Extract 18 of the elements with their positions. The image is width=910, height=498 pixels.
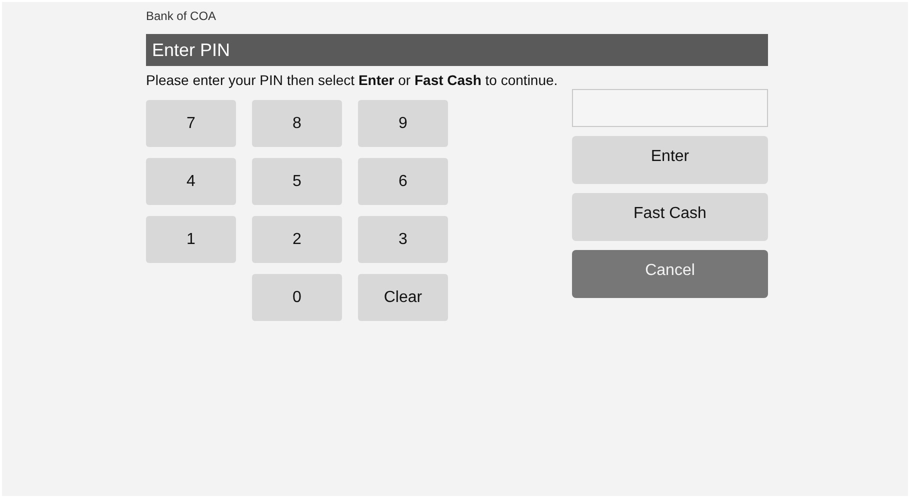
keypad-key[interactable]: 0	[252, 274, 342, 321]
keypad-key[interactable]: 8	[252, 100, 342, 147]
keypad-key[interactable]: 4	[146, 158, 236, 205]
keypad-key[interactable]: 5	[252, 158, 342, 205]
action-button[interactable]: Fast Cash	[572, 193, 768, 241]
keypad-key[interactable]: 9	[358, 100, 448, 147]
keypad-key[interactable]: 1	[146, 216, 236, 263]
pin-input-field[interactable]	[572, 89, 768, 127]
bank-name: Bank of COA	[146, 9, 218, 25]
title-bar: Enter PIN	[146, 34, 768, 66]
keypad-key[interactable]: 7	[146, 100, 236, 147]
cancel-button[interactable]: Cancel	[572, 250, 768, 298]
keypad-key[interactable]: 3	[358, 216, 448, 263]
action-button[interactable]: Enter	[572, 136, 768, 184]
instruction-text: Please enter your PIN then select Enter or Fast Cash to continue.	[146, 72, 559, 89]
keypad-key[interactable]: 2	[252, 216, 342, 263]
keypad-key[interactable]: Clear	[358, 274, 448, 321]
keypad-key[interactable]: 6	[358, 158, 448, 205]
